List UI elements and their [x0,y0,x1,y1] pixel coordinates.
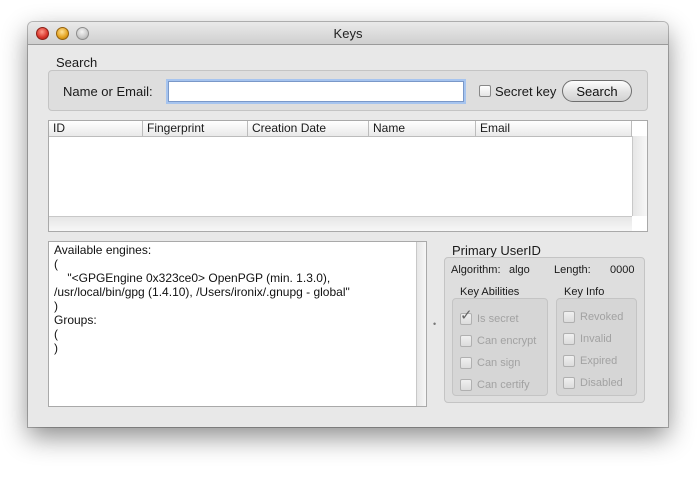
is-secret-checkbox[interactable]: ✓ [460,308,473,325]
search-group-title: Search [56,55,98,70]
table-header: ID Fingerprint Creation Date Name Email [49,121,632,137]
key-abilities-group: ✓ Is secret Can encrypt Can sign Can cer… [452,298,548,396]
key-info-title: Key Info [564,286,605,298]
column-header-id[interactable]: ID [49,121,143,136]
can-encrypt-label: Can encrypt [477,335,537,347]
expired-checkbox[interactable] [563,355,575,367]
table-horizontal-scrollbar[interactable] [49,216,632,231]
revoked-checkbox[interactable] [563,311,575,323]
secret-key-label: Secret key [495,84,557,99]
key-info-group: Revoked Invalid Expired Disabled [556,298,637,396]
primary-userid-title: Primary UserID [452,243,541,258]
column-header-fingerprint[interactable]: Fingerprint [143,121,248,136]
disabled-checkbox[interactable] [563,377,575,389]
can-sign-label: Can sign [477,357,521,369]
length-label: Length: [554,264,591,276]
can-certify-label: Can certify [477,379,530,391]
keys-table[interactable]: ID Fingerprint Creation Date Name Email [48,120,648,232]
is-secret-label: Is secret [477,313,519,325]
can-encrypt-checkbox[interactable] [460,335,472,347]
window-title: Keys [333,26,363,41]
length-value: 0000 [610,264,635,276]
search-button[interactable]: Search [562,80,632,102]
title-bar[interactable]: Keys [28,22,668,45]
revoked-label: Revoked [580,311,624,323]
engines-text-view[interactable]: Available engines: ( "<GPGEngine 0x323ce… [48,241,427,407]
name-or-email-label: Name or Email: [63,84,153,99]
can-certify-checkbox[interactable] [460,379,472,391]
name-or-email-input[interactable] [168,81,464,102]
checkmark-icon: ✓ [460,307,473,324]
can-sign-checkbox[interactable] [460,357,472,369]
algorithm-value: algo [509,264,530,276]
invalid-label: Invalid [580,333,612,345]
expired-label: Expired [580,355,618,367]
keys-window: Keys Search Name or Email: Secret key Se… [28,22,668,427]
text-view-scrollbar[interactable] [416,242,426,406]
engines-text: Available engines: ( "<GPGEngine 0x323ce… [54,243,350,355]
column-header-creation-date[interactable]: Creation Date [248,121,369,136]
algorithm-label: Algorithm: [451,264,501,276]
key-abilities-title: Key Abilities [460,286,520,298]
split-handle-icon[interactable]: • [433,319,436,329]
search-group: Name or Email: Secret key Search [48,70,648,111]
primary-userid-group: Algorithm: algo Length: 0000 Key Abiliti… [444,257,645,403]
column-header-email[interactable]: Email [476,121,632,136]
secret-key-checkbox[interactable] [479,85,491,97]
table-vertical-scrollbar[interactable] [632,136,647,216]
column-header-name[interactable]: Name [369,121,476,136]
invalid-checkbox[interactable] [563,333,575,345]
disabled-label: Disabled [580,377,623,389]
